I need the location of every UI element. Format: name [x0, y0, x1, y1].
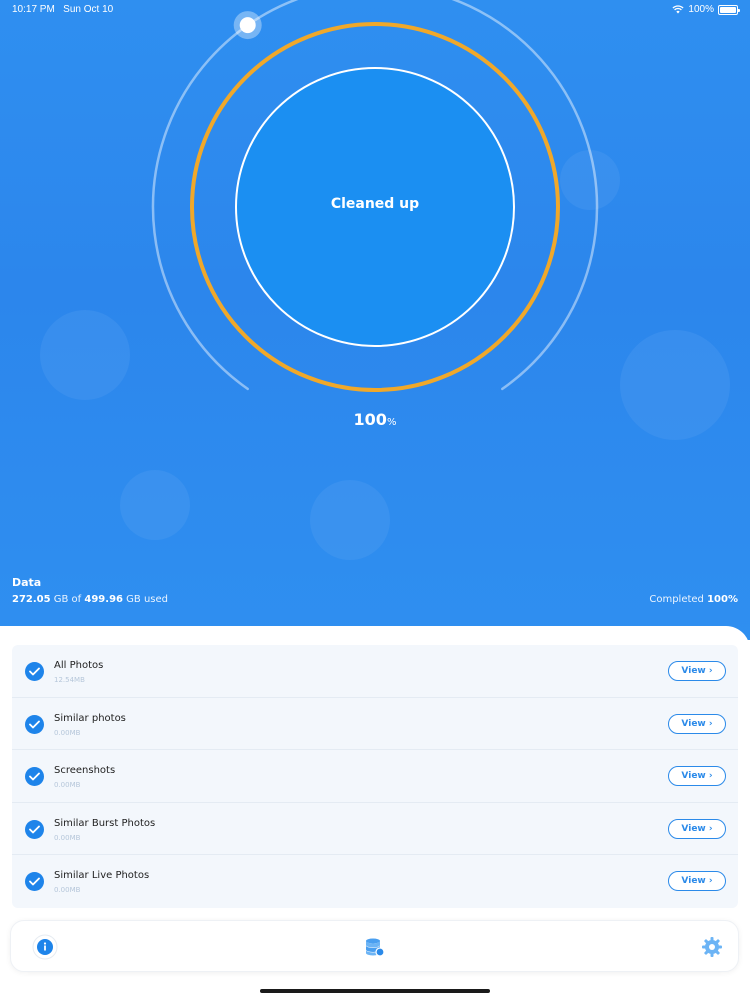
percent-unit: % [386, 417, 397, 428]
total-unit: GB used [122, 594, 168, 605]
tab-bar [10, 920, 739, 972]
view-button[interactable]: View › [668, 713, 726, 734]
view-button[interactable]: View › [668, 661, 726, 681]
list-item[interactable]: Similar Live Photos 0.00MB View › [12, 855, 738, 908]
list-item[interactable]: Similar Burst Photos 0.00MB View › [12, 803, 738, 856]
completed-value: 100% [707, 594, 738, 605]
checkmark-icon[interactable] [25, 819, 44, 839]
item-name: Similar photos [54, 712, 126, 724]
data-title: Data [12, 576, 42, 589]
item-size: 0.00MB [54, 886, 81, 895]
view-button[interactable]: View › [668, 766, 726, 787]
completed-label: Completed [649, 594, 708, 605]
item-name: Screenshots [54, 765, 116, 777]
storage-usage: 272.05 GB of 499.96 GB used [12, 594, 168, 605]
cleanup-gauge [151, 0, 599, 392]
total-amount: 499.96 [84, 594, 123, 605]
gauge-label: Cleaned up [330, 196, 420, 212]
checkmark-icon[interactable] [25, 767, 44, 787]
checkmark-icon[interactable] [25, 872, 44, 892]
list-item[interactable]: All Photos 12.54MB View › [12, 645, 738, 698]
item-size: 12.54MB [54, 676, 85, 684]
checkmark-icon[interactable] [25, 662, 44, 681]
item-name: All Photos [54, 660, 104, 671]
item-size: 0.00MB [54, 728, 81, 737]
used-amount: 272.05 [12, 594, 51, 605]
database-icon [366, 938, 385, 957]
used-unit: GB of [50, 594, 85, 605]
gear-icon [702, 937, 722, 957]
tab-settings[interactable] [699, 934, 725, 960]
item-size: 0.00MB [54, 833, 81, 842]
view-button[interactable]: View › [668, 818, 726, 839]
tab-info[interactable] [32, 934, 58, 960]
item-name: Similar Live Photos [54, 870, 150, 882]
item-name: Similar Burst Photos [54, 817, 156, 829]
item-size: 0.00MB [54, 781, 81, 790]
list-item[interactable]: Screenshots 0.00MB View › [12, 750, 738, 803]
home-indicator [260, 989, 490, 993]
completed-status: Completed 100% [649, 594, 738, 605]
view-button[interactable]: View › [668, 871, 726, 892]
checkmark-icon[interactable] [25, 714, 44, 734]
list-item[interactable]: Similar photos 0.00MB View › [12, 698, 738, 751]
tab-storage[interactable] [362, 934, 388, 960]
cleanup-list: All Photos 12.54MB View › Similar photos… [12, 645, 738, 908]
info-icon [32, 934, 58, 960]
percent-value: 100 [353, 410, 387, 429]
percent-readout: 100% [300, 410, 450, 429]
progress-knob[interactable] [239, 17, 256, 34]
